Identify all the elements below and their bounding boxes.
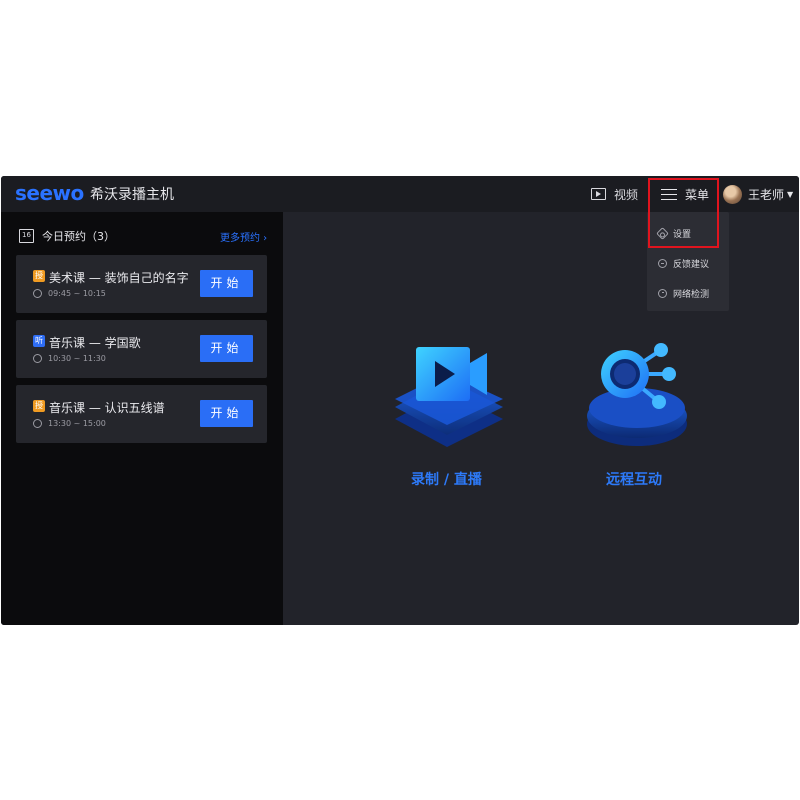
remote-interaction-tile[interactable] — [585, 336, 695, 451]
network-icon — [658, 288, 667, 298]
menu-button[interactable]: 菜单 — [661, 185, 709, 203]
menu-item-network-check[interactable]: 网络检测 — [647, 278, 729, 308]
course-card: 授 美术课 — 装饰自己的名字 09:45 ~ 10:15 开始 — [16, 255, 267, 313]
start-button[interactable]: 开始 — [200, 335, 253, 362]
record-live-label[interactable]: 录制 / 直播 — [411, 469, 482, 489]
course-time: 10:30 ~ 11:30 — [33, 354, 106, 363]
menu-button-label: 菜单 — [685, 187, 710, 202]
course-title: 美术课 — 装饰自己的名字 — [49, 271, 189, 285]
course-title: 音乐课 — 认识五线谱 — [49, 401, 165, 415]
schedule-panel: 16 今日预约（3） 更多预约 › 授 美术课 — 装饰自己的名字 09:45 … — [1, 212, 283, 625]
user-menu[interactable]: 王老师 ▼ — [723, 183, 793, 205]
start-button[interactable]: 开始 — [200, 400, 253, 427]
clock-icon — [33, 354, 42, 363]
course-tag: 授 — [33, 270, 45, 282]
video-play-icon — [591, 188, 606, 200]
record-live-tile[interactable] — [391, 341, 511, 451]
course-time-text: 10:30 ~ 11:30 — [48, 354, 106, 363]
menu-item-settings[interactable]: 设置 — [647, 218, 729, 248]
menu-item-label: 反馈建议 — [673, 259, 710, 270]
menu-item-label: 设置 — [673, 229, 692, 240]
caret-down-icon: ▼ — [787, 189, 794, 199]
user-name: 王老师 — [748, 187, 785, 202]
clock-icon — [33, 289, 42, 298]
schedule-header: 16 今日预约（3） — [19, 228, 115, 244]
course-card: 授 音乐课 — 认识五线谱 13:30 ~ 15:00 开始 — [16, 385, 267, 443]
course-card: 听 音乐课 — 学国歌 10:30 ~ 11:30 开始 — [16, 320, 267, 378]
start-button[interactable]: 开始 — [200, 270, 253, 297]
course-time: 09:45 ~ 10:15 — [33, 289, 106, 298]
seewo-logo: seewo — [15, 181, 84, 205]
more-appointments-link[interactable]: 更多预约 › — [220, 229, 267, 244]
remote-interaction-icon — [587, 343, 687, 446]
course-tag: 听 — [33, 335, 45, 347]
menu-item-label: 网络检测 — [673, 289, 710, 300]
app-window: seewo 希沃录播主机 视频 菜单 王老师 ▼ 设置 反馈建议 网络检测 16… — [1, 176, 799, 625]
feedback-icon — [658, 258, 667, 268]
hamburger-menu-icon — [661, 188, 677, 200]
course-title: 音乐课 — 学国歌 — [49, 336, 141, 350]
video-button-label: 视频 — [614, 187, 639, 202]
course-time: 13:30 ~ 15:00 — [33, 419, 106, 428]
gear-icon — [656, 226, 669, 240]
clock-icon — [33, 419, 42, 428]
course-time-text: 09:45 ~ 10:15 — [48, 289, 106, 298]
menu-dropdown: 设置 反馈建议 网络检测 — [647, 212, 729, 311]
remote-interaction-label[interactable]: 远程互动 — [606, 469, 662, 489]
menu-item-feedback[interactable]: 反馈建议 — [647, 248, 729, 278]
avatar — [723, 184, 742, 204]
calendar-icon: 16 — [19, 229, 34, 243]
video-button[interactable]: 视频 — [591, 185, 638, 203]
course-tag: 授 — [33, 400, 45, 412]
record-live-icon — [395, 347, 503, 447]
app-title: 希沃录播主机 — [90, 187, 174, 203]
top-bar: seewo 希沃录播主机 视频 菜单 王老师 ▼ — [1, 176, 799, 212]
course-time-text: 13:30 ~ 15:00 — [48, 419, 106, 428]
schedule-title: 今日预约（3） — [42, 230, 115, 243]
